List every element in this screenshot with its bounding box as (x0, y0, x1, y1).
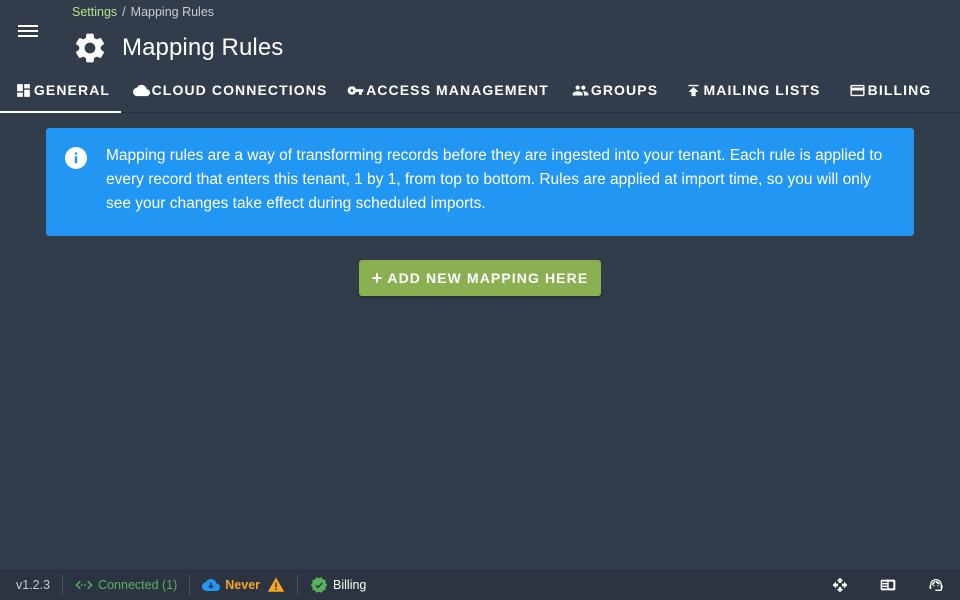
billing-status-label: Billing (333, 577, 367, 592)
tab-billing-label: BILLING (867, 82, 932, 98)
breadcrumb-current: Mapping Rules (130, 5, 215, 19)
tab-billing[interactable]: BILLING (832, 68, 944, 112)
add-new-mapping-label: ADD NEW MAPPING HERE (387, 270, 589, 286)
breadcrumb-separator: / (122, 5, 126, 19)
support-button[interactable] (912, 569, 960, 600)
page-title: Mapping Rules (122, 34, 284, 61)
gear-icon (75, 33, 105, 63)
warning-icon (267, 577, 285, 592)
page-header: Mapping Rules (72, 30, 283, 66)
add-new-mapping-button[interactable]: + ADD NEW MAPPING HERE (359, 260, 601, 296)
hamburger-menu-icon[interactable] (14, 20, 42, 44)
move-button[interactable] (816, 569, 864, 600)
support-agent-icon (929, 578, 943, 591)
info-alert: Mapping rules are a way of transforming … (46, 128, 914, 236)
tab-cloud-connections-label: CLOUD CONNECTIONS (151, 82, 328, 98)
news-button[interactable] (864, 569, 912, 600)
plus-icon: + (371, 267, 384, 288)
alert-message: Mapping rules are a way of transforming … (106, 147, 883, 212)
status-bar-actions (816, 569, 960, 600)
move-icon (832, 577, 848, 592)
breadcrumb: Settings / Mapping Rules (72, 5, 214, 19)
top-bar: Settings / Mapping Rules Mapping Rules (0, 0, 960, 68)
cloud-download-icon (202, 578, 221, 591)
tab-general[interactable]: GENERAL (0, 68, 121, 113)
tab-access-management-label: ACCESS MANAGEMENT (366, 82, 549, 98)
key-icon (347, 85, 364, 95)
credit-card-icon (850, 84, 865, 96)
version-label: v1.2.3 (16, 577, 51, 592)
connection-arrows-icon (75, 580, 93, 589)
tab-access-management[interactable]: ACCESS MANAGEMENT (335, 68, 557, 112)
news-icon (880, 579, 896, 590)
tab-cloud-connections[interactable]: CLOUD CONNECTIONS (121, 68, 335, 112)
tab-mailing-lists[interactable]: MAILING LISTS (669, 68, 832, 112)
verified-badge-icon (310, 576, 328, 593)
people-icon (572, 85, 589, 95)
tab-groups-label: GROUPS (590, 82, 659, 98)
upload-icon (688, 84, 698, 96)
settings-tabs: GENERAL CLOUD CONNECTIONS ACCESS MANAGEM… (0, 68, 960, 113)
dashboard-icon (17, 83, 30, 97)
tab-general-label: GENERAL (33, 82, 111, 98)
connection-status[interactable]: Connected (1) (63, 569, 189, 600)
tab-groups[interactable]: GROUPS (557, 68, 669, 112)
info-icon (65, 147, 87, 169)
billing-status[interactable]: Billing (298, 569, 378, 600)
connection-status-label: Connected (1) (98, 577, 178, 592)
sync-status[interactable]: Never (190, 569, 297, 600)
cloud-icon (132, 84, 150, 96)
status-bar: v1.2.3 Connected (1) Never Billing (0, 569, 960, 600)
breadcrumb-settings-link[interactable]: Settings (72, 5, 117, 19)
sync-status-label: Never (225, 577, 261, 592)
tab-mailing-lists-label: MAILING LISTS (703, 82, 821, 98)
